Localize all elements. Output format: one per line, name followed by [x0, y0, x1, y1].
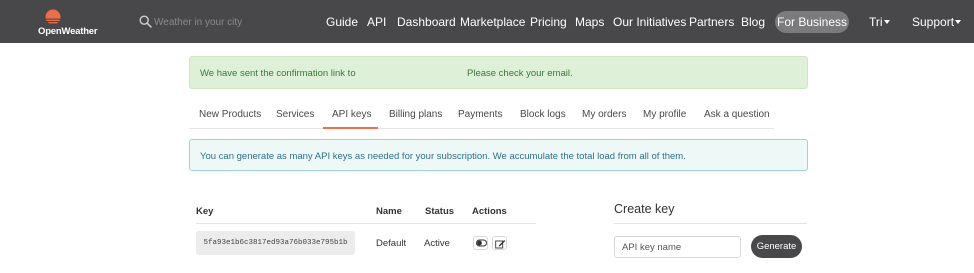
tab-payments[interactable]: Payments — [458, 109, 502, 120]
column-header-actions: Actions — [472, 206, 507, 217]
nav-item-dashboard[interactable]: Dashboard — [397, 14, 456, 30]
tab-billing-plans[interactable]: Billing plans — [389, 109, 442, 120]
column-header-key: Key — [196, 206, 214, 217]
create-key-divider — [614, 223, 807, 224]
nav-item-blog[interactable]: Blog — [741, 14, 765, 30]
account-tabs: New Products Services API keys Billing p… — [189, 104, 774, 129]
column-header-status: Status — [425, 206, 455, 217]
search-box — [139, 14, 309, 31]
key-status: Active — [424, 238, 450, 249]
tab-block-logs[interactable]: Block logs — [520, 109, 566, 120]
for-business-button[interactable]: For Business — [775, 11, 849, 33]
chevron-down-icon — [883, 19, 890, 24]
edit-key-button[interactable] — [492, 236, 507, 250]
active-tab-indicator — [323, 127, 378, 129]
tab-ask-a-question[interactable]: Ask a question — [704, 109, 770, 120]
support-label: Support — [912, 15, 955, 29]
nav-item-pricing[interactable]: Pricing — [530, 14, 567, 30]
nav-item-our-initiatives[interactable]: Our Initiatives — [613, 14, 686, 30]
nav-item-partners[interactable]: Partners — [689, 14, 734, 30]
tab-my-profile[interactable]: My profile — [643, 109, 686, 120]
column-header-name: Name — [376, 206, 402, 217]
key-name: Default — [376, 238, 407, 249]
api-keys-info-alert: You can generate as many API keys as nee… — [189, 139, 808, 171]
create-key-title: Create key — [614, 202, 675, 216]
sun-logo-icon — [44, 9, 62, 26]
top-navbar: OpenWeather Guide API Dashboard Marketpl… — [0, 0, 974, 43]
chevron-down-icon — [955, 19, 962, 24]
search-icon — [139, 15, 152, 28]
tab-services[interactable]: Services — [276, 109, 314, 120]
tab-new-products[interactable]: New Products — [199, 109, 261, 120]
edit-icon — [495, 240, 506, 249]
confirmation-alert: We have sent the confirmation link to Pl… — [189, 56, 808, 89]
api-key-name-input[interactable] — [614, 236, 741, 258]
toggle-key-button[interactable] — [473, 236, 488, 250]
nav-item-marketplace[interactable]: Marketplace — [460, 14, 525, 30]
tab-my-orders[interactable]: My orders — [582, 109, 626, 120]
support-menu[interactable]: Support — [912, 14, 962, 30]
generate-button[interactable]: Generate — [751, 235, 802, 258]
nav-item-guide[interactable]: Guide — [326, 14, 358, 30]
toggle-switch-icon — [476, 239, 487, 247]
check-email-text: Please check your email. — [467, 68, 573, 79]
api-keys-info-text: You can generate as many API keys as nee… — [200, 151, 686, 162]
nav-item-api[interactable]: API — [367, 14, 386, 30]
confirmation-text: We have sent the confirmation link to — [200, 68, 356, 79]
tab-api-keys[interactable]: API keys — [332, 109, 371, 120]
nav-item-maps[interactable]: Maps — [575, 14, 604, 30]
brand-name: OpenWeather — [38, 26, 98, 37]
search-input[interactable] — [154, 14, 304, 30]
user-name: Tri — [869, 15, 883, 29]
user-menu[interactable]: Tri — [869, 14, 890, 30]
table-header-divider — [196, 223, 536, 224]
openweather-logo[interactable]: OpenWeather — [38, 8, 102, 38]
api-key-value[interactable]: 5fa93e1b6c3817ed93a76b033e795b1b — [196, 231, 355, 255]
